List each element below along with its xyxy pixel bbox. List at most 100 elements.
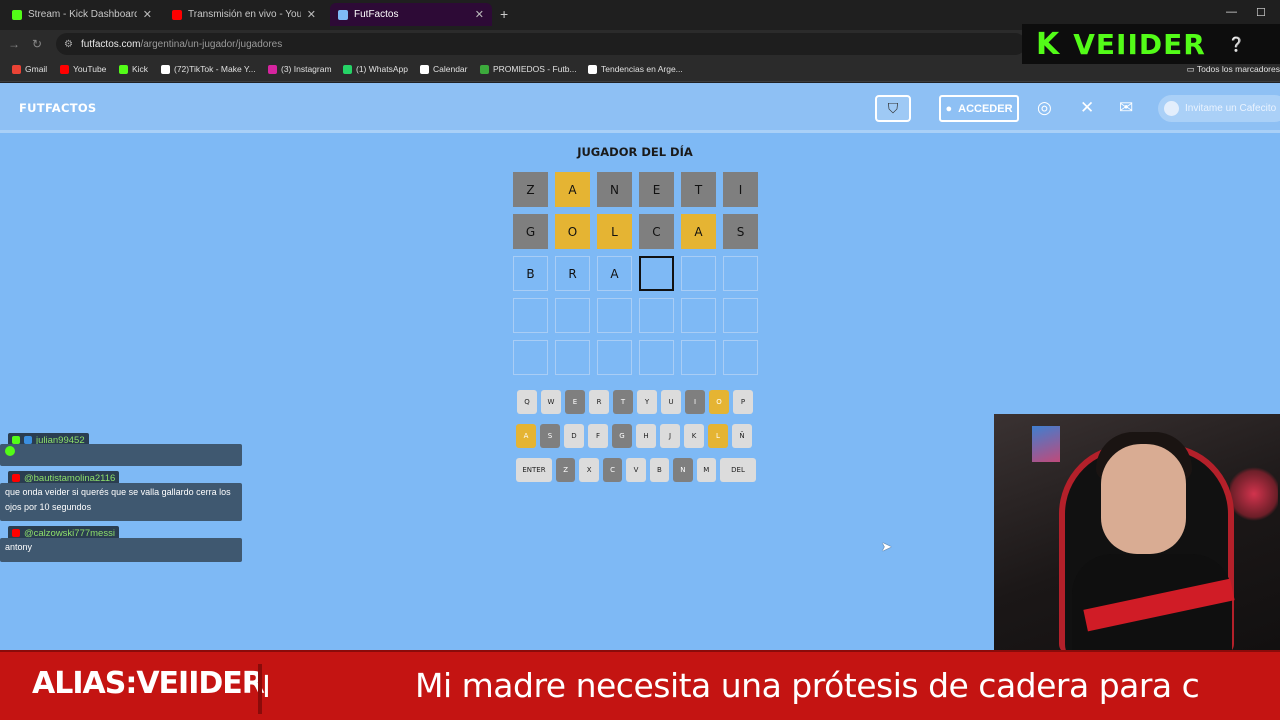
subscriber-badge-icon xyxy=(24,436,32,444)
letter-cell: O xyxy=(555,214,590,249)
cafecito-button[interactable]: Invitame un Cafecito xyxy=(1158,95,1280,122)
key[interactable]: J xyxy=(660,424,680,448)
key[interactable]: G xyxy=(612,424,632,448)
youtube-icon xyxy=(60,64,69,74)
bookmark-whatsapp[interactable]: (1) WhatsApp xyxy=(343,64,408,74)
letter-cell xyxy=(723,340,758,375)
minimize-icon[interactable]: — xyxy=(1226,6,1237,18)
letter-cell: E xyxy=(639,172,674,207)
key[interactable]: X xyxy=(579,458,599,482)
key-enter[interactable]: ENTER xyxy=(516,458,552,482)
letter-cell xyxy=(597,298,632,333)
guess-row: ZANETI xyxy=(513,172,758,207)
key[interactable]: H xyxy=(636,424,656,448)
letter-cell[interactable] xyxy=(639,256,674,291)
key[interactable]: Q xyxy=(517,390,537,414)
streamer-face xyxy=(1101,444,1186,554)
instagram-icon[interactable]: ◎ xyxy=(1037,99,1052,117)
mail-icon[interactable]: ✉ xyxy=(1119,99,1133,117)
tab-kick-dashboard[interactable]: Stream - Kick Dashboard ✕ xyxy=(4,3,160,26)
reload-icon[interactable]: ↻ xyxy=(32,37,42,51)
key[interactable]: I xyxy=(685,390,705,414)
letter-cell xyxy=(681,298,716,333)
key[interactable]: E xyxy=(565,390,585,414)
streamer-name: VEIIDER xyxy=(1073,27,1206,61)
letter-cell: G xyxy=(513,214,548,249)
back-icon[interactable]: → xyxy=(8,37,20,51)
key[interactable]: W xyxy=(541,390,561,414)
letter-cell xyxy=(597,340,632,375)
key-del[interactable]: DEL xyxy=(720,458,756,482)
instagram-icon xyxy=(268,64,277,74)
calendar-icon xyxy=(420,64,429,74)
key[interactable]: Y xyxy=(637,390,657,414)
x-icon[interactable]: ✕ xyxy=(1080,99,1094,117)
bookmark-promiedos[interactable]: PROMIEDOS - Futb... xyxy=(480,64,577,74)
webcam-feed xyxy=(994,414,1280,650)
stream-overlay-logo: K VEIIDER ❔ xyxy=(1022,24,1280,64)
keyboard-row: ASDFGHJKLÑ xyxy=(516,424,756,448)
key[interactable]: O xyxy=(709,390,729,414)
bookmark-x-trends[interactable]: Tendencias en Arge... xyxy=(588,64,683,74)
letter-cell xyxy=(681,340,716,375)
close-tab-icon[interactable]: ✕ xyxy=(143,8,152,21)
site-logo[interactable]: FUTFACTOS xyxy=(19,101,97,115)
user-icon: ● xyxy=(945,102,953,115)
whatsapp-icon xyxy=(343,64,352,74)
key[interactable]: M xyxy=(696,458,717,482)
letter-cell: N xyxy=(597,172,632,207)
letter-cell: A xyxy=(681,214,716,249)
kick-badge-icon xyxy=(12,436,20,444)
key[interactable]: P xyxy=(733,390,753,414)
bookmark-kick[interactable]: Kick xyxy=(119,64,148,74)
close-tab-icon[interactable]: ✕ xyxy=(307,8,316,21)
key[interactable]: D xyxy=(564,424,584,448)
key[interactable]: Z xyxy=(555,458,576,482)
site-settings-icon[interactable]: ⚙ xyxy=(64,39,73,50)
bookmark-label: PROMIEDOS - Futb... xyxy=(493,64,577,74)
tab-futfactos[interactable]: FutFactos ✕ xyxy=(330,3,492,26)
login-button[interactable]: ● ACCEDER xyxy=(939,95,1019,122)
letter-cell: Z xyxy=(513,172,548,207)
key[interactable]: C xyxy=(602,458,623,482)
letter-cell: C xyxy=(639,214,674,249)
bookmark-youtube[interactable]: YouTube xyxy=(60,64,106,74)
letter-cell: A xyxy=(597,256,632,291)
letter-cell: R xyxy=(555,256,590,291)
shield-button[interactable]: ⛉ xyxy=(875,95,911,122)
maximize-icon[interactable]: ☐ xyxy=(1256,6,1266,19)
url-field[interactable]: ⚙ futfactos.com/argentina/un-jugador/jug… xyxy=(56,33,1026,55)
key[interactable]: A xyxy=(516,424,536,448)
kick-icon xyxy=(12,9,22,20)
bookmark-calendar[interactable]: Calendar xyxy=(420,64,468,74)
x-icon xyxy=(588,64,597,74)
key[interactable]: F xyxy=(588,424,608,448)
key[interactable]: U xyxy=(661,390,681,414)
bookmark-label: (1) WhatsApp xyxy=(356,64,408,74)
guess-row xyxy=(513,298,758,333)
key[interactable]: R xyxy=(589,390,609,414)
close-tab-icon[interactable]: ✕ xyxy=(475,8,484,21)
tab-youtube-live[interactable]: Transmisión en vivo - YouTube ✕ xyxy=(164,3,324,26)
tab-label: FutFactos xyxy=(354,9,399,20)
site-header: FUTFACTOS ⛉ ● ACCEDER ◎ ✕ ✉ Invitame un … xyxy=(0,83,1280,133)
key[interactable]: L xyxy=(708,424,728,448)
key[interactable]: T xyxy=(613,390,633,414)
key[interactable]: V xyxy=(626,458,646,482)
key[interactable]: Ñ xyxy=(732,424,752,448)
bookmark-label: Gmail xyxy=(25,64,48,74)
key[interactable]: S xyxy=(540,424,560,448)
bookmark-gmail[interactable]: Gmail xyxy=(12,64,47,74)
key[interactable]: B xyxy=(649,458,670,482)
key[interactable]: N xyxy=(673,458,693,482)
url-path: /argentina/un-jugador/jugadores xyxy=(140,38,283,50)
bookmark-instagram[interactable]: (3) Instagram xyxy=(268,64,332,74)
key[interactable]: K xyxy=(684,424,704,448)
tab-label: Transmisión en vivo - YouTube xyxy=(188,9,301,20)
guess-grid: ZANETIGOLCASBRA xyxy=(513,172,758,382)
mouse-cursor-icon: ➤ xyxy=(881,539,892,554)
letter-cell xyxy=(513,298,548,333)
new-tab-button[interactable]: + xyxy=(500,6,508,22)
bookmark-tiktok[interactable]: (72)TikTok - Make Y... xyxy=(161,64,256,74)
all-bookmarks[interactable]: ▭ Todos los marcadores xyxy=(1187,64,1280,75)
